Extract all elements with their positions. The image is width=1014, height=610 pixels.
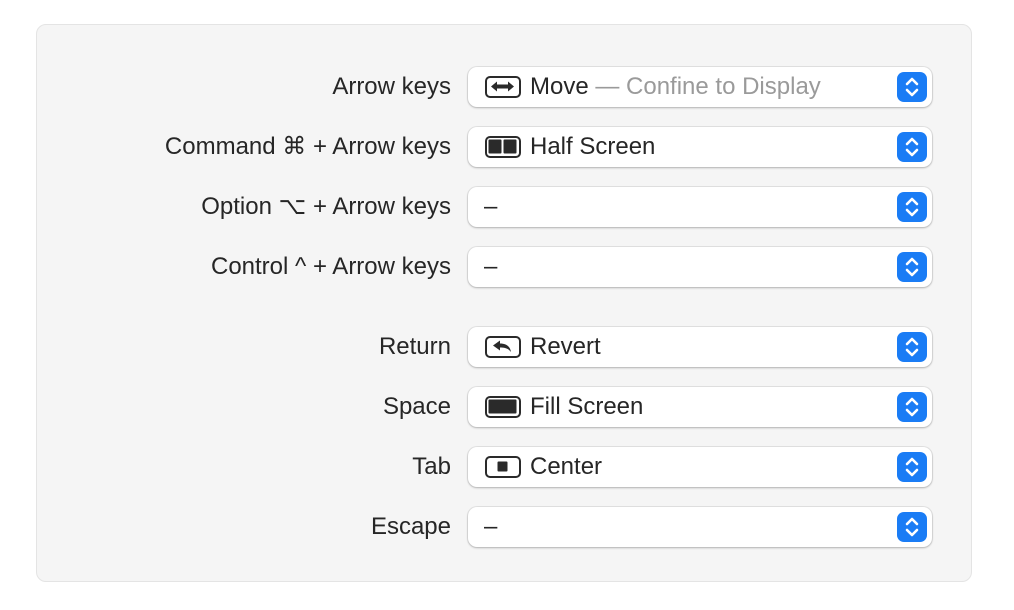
row-command-arrow-keys: Command ⌘ + Arrow keys Half Screen	[37, 127, 971, 167]
row-control-arrow-keys: Control ^ + Arrow keys –	[37, 247, 971, 287]
popup-value: –	[484, 253, 498, 280]
chevron-up-down-icon	[897, 132, 927, 162]
chevron-up-down-icon	[897, 392, 927, 422]
keyboard-shortcuts-panel: Arrow keys Move — Confine to Display Com…	[36, 24, 972, 582]
popup-value: Move — Confine to Display	[530, 73, 821, 100]
row-tab: Tab Center	[37, 447, 971, 487]
row-label: Arrow keys	[332, 73, 451, 100]
row-space: Space Fill Screen	[37, 387, 971, 427]
row-label: Tab	[412, 453, 451, 480]
row-return: Return Revert	[37, 327, 971, 367]
popup-value: Center	[530, 453, 603, 480]
popup-value: –	[484, 193, 498, 220]
chevron-up-down-icon	[897, 192, 927, 222]
escape-popup[interactable]: –	[468, 507, 932, 547]
control-arrow-keys-popup[interactable]: –	[468, 247, 932, 287]
space-popup[interactable]: Fill Screen	[468, 387, 932, 427]
row-label: Space	[382, 393, 451, 420]
popup-value: Revert	[530, 333, 601, 360]
arrow-keys-popup[interactable]: Move — Confine to Display	[468, 67, 932, 107]
popup-value: –	[484, 513, 498, 540]
row-label: Command ⌘ + Arrow keys	[164, 133, 451, 160]
chevron-up-down-icon	[897, 452, 927, 482]
chevron-up-down-icon	[897, 512, 927, 542]
row-label: Control ^ + Arrow keys	[210, 253, 451, 280]
row-label: Return	[378, 333, 451, 360]
chevron-up-down-icon	[897, 332, 927, 362]
center-icon	[485, 456, 521, 478]
move-arrows-icon	[485, 76, 521, 98]
half-screen-icon	[485, 136, 521, 158]
return-popup[interactable]: Revert	[468, 327, 932, 367]
chevron-up-down-icon	[897, 72, 927, 102]
row-label: Option ⌥ + Arrow keys	[201, 193, 451, 220]
fill-screen-icon	[485, 396, 521, 418]
chevron-up-down-icon	[897, 252, 927, 282]
command-arrow-keys-popup[interactable]: Half Screen	[468, 127, 932, 167]
popup-value: Fill Screen	[530, 393, 644, 420]
option-arrow-keys-popup[interactable]: –	[468, 187, 932, 227]
popup-value: Half Screen	[530, 133, 656, 160]
tab-popup[interactable]: Center	[468, 447, 932, 487]
row-escape: Escape –	[37, 507, 971, 547]
row-label: Escape	[370, 513, 451, 540]
revert-icon	[485, 336, 521, 358]
row-arrow-keys: Arrow keys Move — Confine to Display	[37, 67, 971, 107]
row-option-arrow-keys: Option ⌥ + Arrow keys –	[37, 187, 971, 227]
